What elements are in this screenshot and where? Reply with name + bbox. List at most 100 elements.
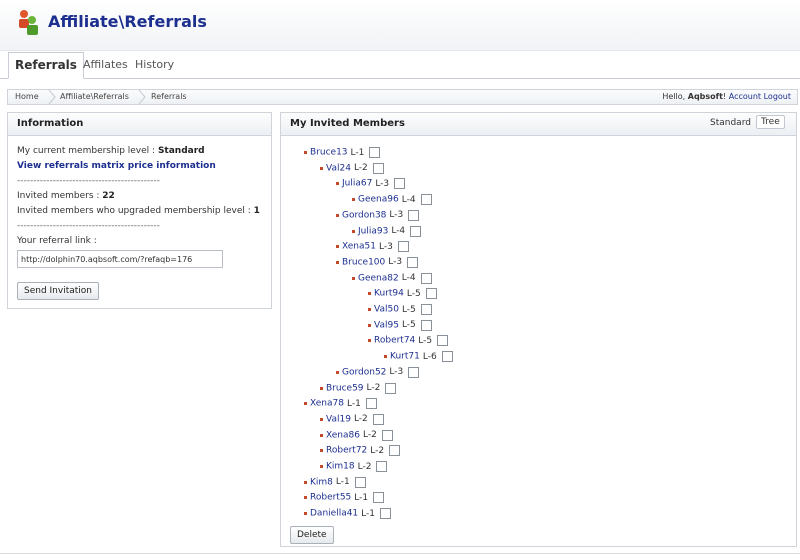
membership-level: Standard [157, 146, 205, 156]
tree-row: Xena78 L-1 [304, 398, 377, 412]
matrix-link-line: View referrals matrix price information [17, 161, 216, 171]
member-select-checkbox[interactable] [410, 225, 422, 237]
member-select-checkbox[interactable] [381, 429, 393, 441]
member-select-checkbox[interactable] [420, 304, 432, 315]
account-link[interactable]: Account [729, 92, 761, 101]
view-standard-option[interactable]: Standard [710, 118, 751, 128]
member-name-link[interactable]: Xena51 [342, 242, 376, 252]
logout-link[interactable]: Logout [764, 92, 791, 101]
tree-bullet-icon [336, 213, 339, 217]
breadcrumb-home[interactable]: Home [15, 92, 39, 101]
member-select-checkbox[interactable] [373, 492, 385, 504]
member-select-checkbox[interactable] [397, 241, 409, 253]
member-select-checkbox[interactable] [385, 382, 397, 394]
member-select-checkbox[interactable] [441, 351, 453, 363]
greeting-text: Hello, [662, 92, 688, 101]
member-name-link[interactable]: Julia93 [358, 226, 388, 236]
member-select-checkbox[interactable] [354, 476, 366, 488]
tab-affilates[interactable]: Affilates [83, 58, 128, 71]
member-select-checkbox[interactable] [420, 194, 432, 206]
tab-history[interactable]: History [135, 58, 174, 71]
tree-bullet-icon [336, 260, 339, 264]
member-level: L-3 [378, 241, 393, 252]
member-select-checkbox[interactable] [437, 335, 449, 347]
breadcrumb-affiliate[interactable]: Affiliate\Referrals [60, 92, 129, 101]
member-name-link[interactable]: Val50 [374, 305, 399, 315]
upgraded-prefix: Invited members who upgraded membership … [17, 206, 254, 216]
member-name-link[interactable]: Robert72 [326, 446, 367, 456]
view-switch: Standard Tree [710, 115, 790, 132]
divider-text: ----------------------------------------… [17, 176, 160, 186]
invited-members-line: Invited members : 22 [17, 191, 115, 201]
member-name-link[interactable]: Xena86 [326, 430, 360, 440]
member-select-checkbox[interactable] [376, 461, 388, 472]
member-select-checkbox[interactable] [420, 319, 432, 331]
member-name-link[interactable]: Robert74 [374, 336, 415, 346]
greeting-excl: ! [722, 92, 727, 101]
referral-link-input[interactable] [17, 250, 223, 268]
member-select-checkbox[interactable] [369, 147, 381, 158]
view-tree-option[interactable]: Tree [756, 115, 785, 129]
member-name-link[interactable]: Daniella41 [310, 509, 358, 519]
breadcrumb-referrals: Referrals [151, 92, 187, 101]
member-select-checkbox[interactable] [408, 209, 420, 221]
member-select-checkbox[interactable] [389, 445, 401, 457]
member-level: L-1 [335, 477, 350, 488]
member-name-link[interactable]: Geena82 [358, 273, 399, 283]
member-select-checkbox[interactable] [420, 272, 432, 284]
tree-row: Kurt94 L-5 [368, 288, 437, 302]
member-name-link[interactable]: Kurt71 [390, 352, 420, 362]
delete-button[interactable]: Delete [290, 526, 334, 544]
member-name-link[interactable]: Julia67 [342, 179, 372, 189]
breadcrumb: Home Affiliate\Referrals Referrals Hello… [7, 89, 798, 105]
tree-bullet-icon [368, 308, 371, 311]
member-select-checkbox[interactable] [372, 162, 384, 174]
send-invitation-button[interactable]: Send Invitation [17, 282, 99, 300]
user-area: Hello, Aqbsoft! Account Logout [662, 92, 791, 101]
tree-bullet-icon [368, 292, 371, 296]
footer-divider [0, 553, 800, 554]
member-name-link[interactable]: Bruce100 [342, 257, 385, 267]
member-select-checkbox[interactable] [394, 178, 406, 190]
tree-bullet-icon [320, 433, 323, 437]
member-name-link[interactable]: Kim18 [326, 462, 355, 472]
member-name-link[interactable]: Kim8 [310, 477, 333, 487]
member-name-link[interactable]: Val24 [326, 163, 351, 173]
user-name: Aqbsoft [687, 92, 723, 101]
member-name-link[interactable]: Bruce13 [310, 148, 348, 158]
member-level: L-1 [346, 398, 361, 409]
upgraded-count: 1 [253, 206, 260, 216]
member-select-checkbox[interactable] [380, 508, 391, 520]
member-name-link[interactable]: Kurt94 [374, 289, 404, 299]
member-name-link[interactable]: Bruce59 [326, 383, 364, 393]
member-level: L-1 [361, 508, 375, 519]
member-select-checkbox[interactable] [372, 413, 384, 425]
tree-bullet-icon [320, 449, 323, 453]
member-select-checkbox[interactable] [408, 366, 420, 378]
tab-referrals[interactable]: Referrals [8, 52, 84, 79]
member-name-link[interactable]: Xena78 [310, 399, 344, 409]
member-select-checkbox[interactable] [425, 288, 437, 300]
invited-prefix: Invited members : [17, 191, 103, 201]
tree-row: Robert74 L-5 [368, 335, 449, 349]
tree-row: Val95 L-5 [368, 319, 432, 334]
referral-link-label: Your referral link : [17, 236, 97, 246]
matrix-price-link[interactable]: View referrals matrix price information [17, 161, 216, 171]
invited-count: 22 [102, 191, 115, 201]
member-select-checkbox[interactable] [407, 256, 419, 268]
member-name-link[interactable]: Gordon52 [342, 367, 386, 377]
member-level: L-3 [375, 178, 390, 189]
member-name-link[interactable]: Geena96 [358, 195, 399, 205]
member-name-link[interactable]: Gordon38 [342, 210, 386, 220]
member-level: L-5 [418, 335, 433, 346]
membership-prefix: My current membership level : [17, 146, 158, 156]
member-select-checkbox[interactable] [365, 398, 377, 410]
tree-bullet-icon [304, 512, 307, 516]
member-name-link[interactable]: Val95 [374, 320, 399, 330]
member-name-link[interactable]: Robert55 [310, 493, 351, 503]
tree-row: Julia67 L-3 [336, 178, 406, 192]
member-name-link[interactable]: Val19 [326, 414, 351, 424]
tree-bullet-icon [368, 323, 371, 327]
tree-row: Geena82 L-4 [352, 272, 432, 287]
membership-level-line: My current membership level : Standard [17, 146, 205, 156]
